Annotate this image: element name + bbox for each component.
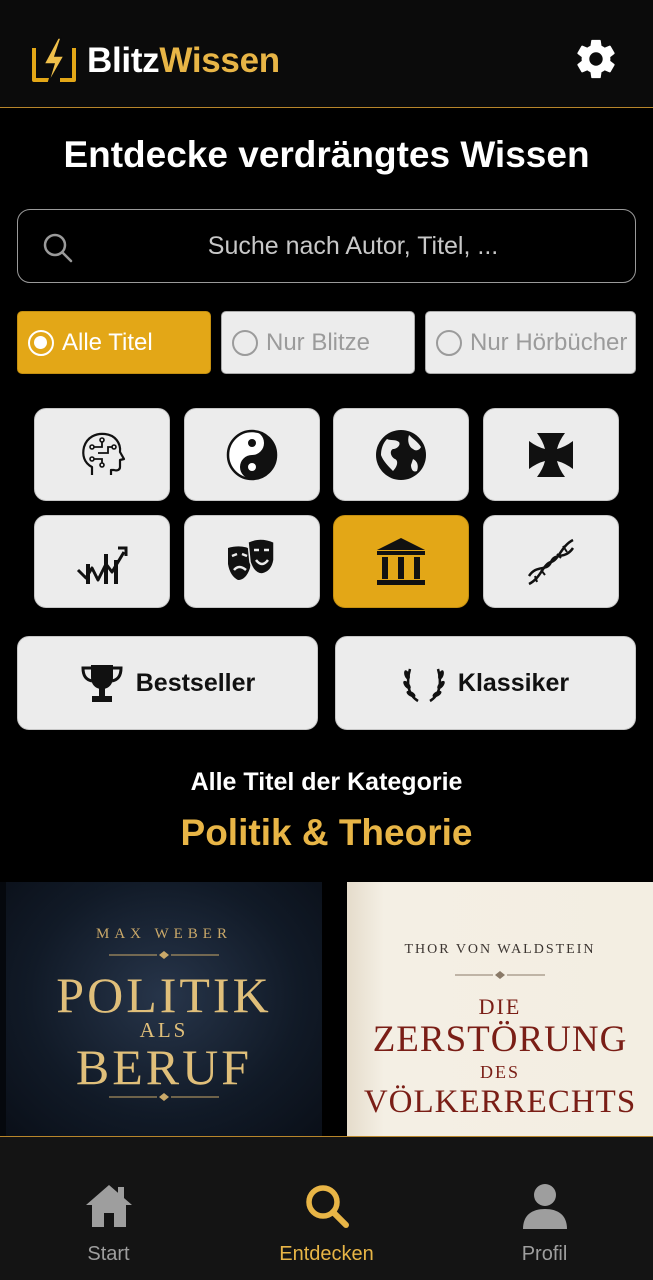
category-geopolitics[interactable] (333, 408, 469, 501)
nav-label: Start (87, 1243, 130, 1265)
category-economy[interactable] (34, 515, 170, 608)
nav-entdecken[interactable]: Entdecken (218, 1137, 435, 1280)
book-title-line: POLITIK (56, 967, 272, 1023)
book-title-line: ZERSTÖRUNG (372, 1019, 628, 1060)
app-logo[interactable]: BlitzWissen (30, 36, 280, 86)
book-author: THOR VON WALDSTEIN (404, 942, 596, 957)
search-icon (305, 1185, 349, 1228)
laurel-wreath-icon (403, 668, 445, 703)
bestseller-button[interactable]: Bestseller (17, 636, 318, 730)
filter-label: Alle Titel (62, 328, 153, 356)
radio-unselected-icon (232, 329, 258, 356)
ornament-divider-icon (109, 1093, 219, 1101)
search-box[interactable] (17, 209, 636, 283)
book-cover[interactable]: THOR VON WALDSTEIN DIE ZERSTÖRUNG DES VÖ… (347, 882, 653, 1136)
lightning-bolt-icon (32, 37, 76, 85)
book-title-line: BERUF (75, 1039, 253, 1095)
category-history[interactable] (483, 408, 619, 501)
search-input[interactable] (88, 220, 618, 272)
dna-icon (527, 538, 575, 585)
nav-label: Profil (521, 1243, 568, 1265)
category-spirituality[interactable] (184, 408, 320, 501)
nav-profil[interactable]: Profil (436, 1137, 653, 1280)
app-name: BlitzWissen (87, 41, 280, 81)
iron-cross-icon (529, 432, 573, 477)
app-name-part2: Wissen (159, 41, 280, 80)
radio-selected-icon (28, 329, 54, 356)
nav-start[interactable]: Start (0, 1137, 217, 1280)
klassiker-button[interactable]: Klassiker (335, 636, 636, 730)
globe-icon (376, 429, 426, 480)
book-cover[interactable]: MAX WEBER POLITIK ALS BERUF (0, 882, 322, 1136)
yin-yang-icon (226, 429, 278, 480)
klassiker-label: Klassiker (457, 668, 570, 697)
person-icon (522, 1184, 567, 1229)
ornament-divider-icon (109, 951, 219, 959)
category-culture[interactable] (184, 515, 320, 608)
app-name-part1: Blitz (87, 41, 160, 80)
category-title: Politik & Theorie (180, 812, 473, 853)
book-title-line: DIE (478, 994, 522, 1019)
filter-alle-titel[interactable]: Alle Titel (17, 311, 211, 374)
app-header: BlitzWissen (0, 0, 653, 108)
page-title: Entdecke verdrängtes Wissen (63, 134, 590, 175)
category-politics[interactable] (333, 515, 469, 608)
ornament-divider-icon (455, 971, 545, 979)
trophy-icon (81, 665, 123, 702)
bottom-navigation: Start Entdecken Profil (0, 1136, 653, 1280)
filter-label: Nur Blitze (266, 328, 371, 356)
bestseller-label: Bestseller (135, 668, 256, 697)
filter-nur-hoerbuecher[interactable]: Nur Hörbücher (425, 311, 636, 374)
book-title-line: DES (479, 1062, 520, 1082)
nav-label: Entdecken (279, 1243, 374, 1265)
category-psychology[interactable] (34, 408, 170, 501)
book-title-line: VÖLKERRECHTS (363, 1084, 637, 1120)
theater-masks-icon (228, 537, 275, 580)
book-author: MAX WEBER (96, 926, 232, 942)
home-icon (85, 1185, 132, 1227)
columns-building-icon (377, 537, 425, 585)
radio-unselected-icon (436, 329, 462, 356)
filter-nur-blitze[interactable]: Nur Blitze (221, 311, 415, 374)
search-icon (43, 233, 73, 263)
section-subtitle: Alle Titel der Kategorie (190, 768, 463, 796)
brain-head-icon (82, 432, 126, 475)
gear-icon[interactable] (573, 36, 619, 82)
filter-label: Nur Hörbücher (470, 328, 628, 356)
trend-chart-icon (76, 546, 128, 584)
category-science[interactable] (483, 515, 619, 608)
